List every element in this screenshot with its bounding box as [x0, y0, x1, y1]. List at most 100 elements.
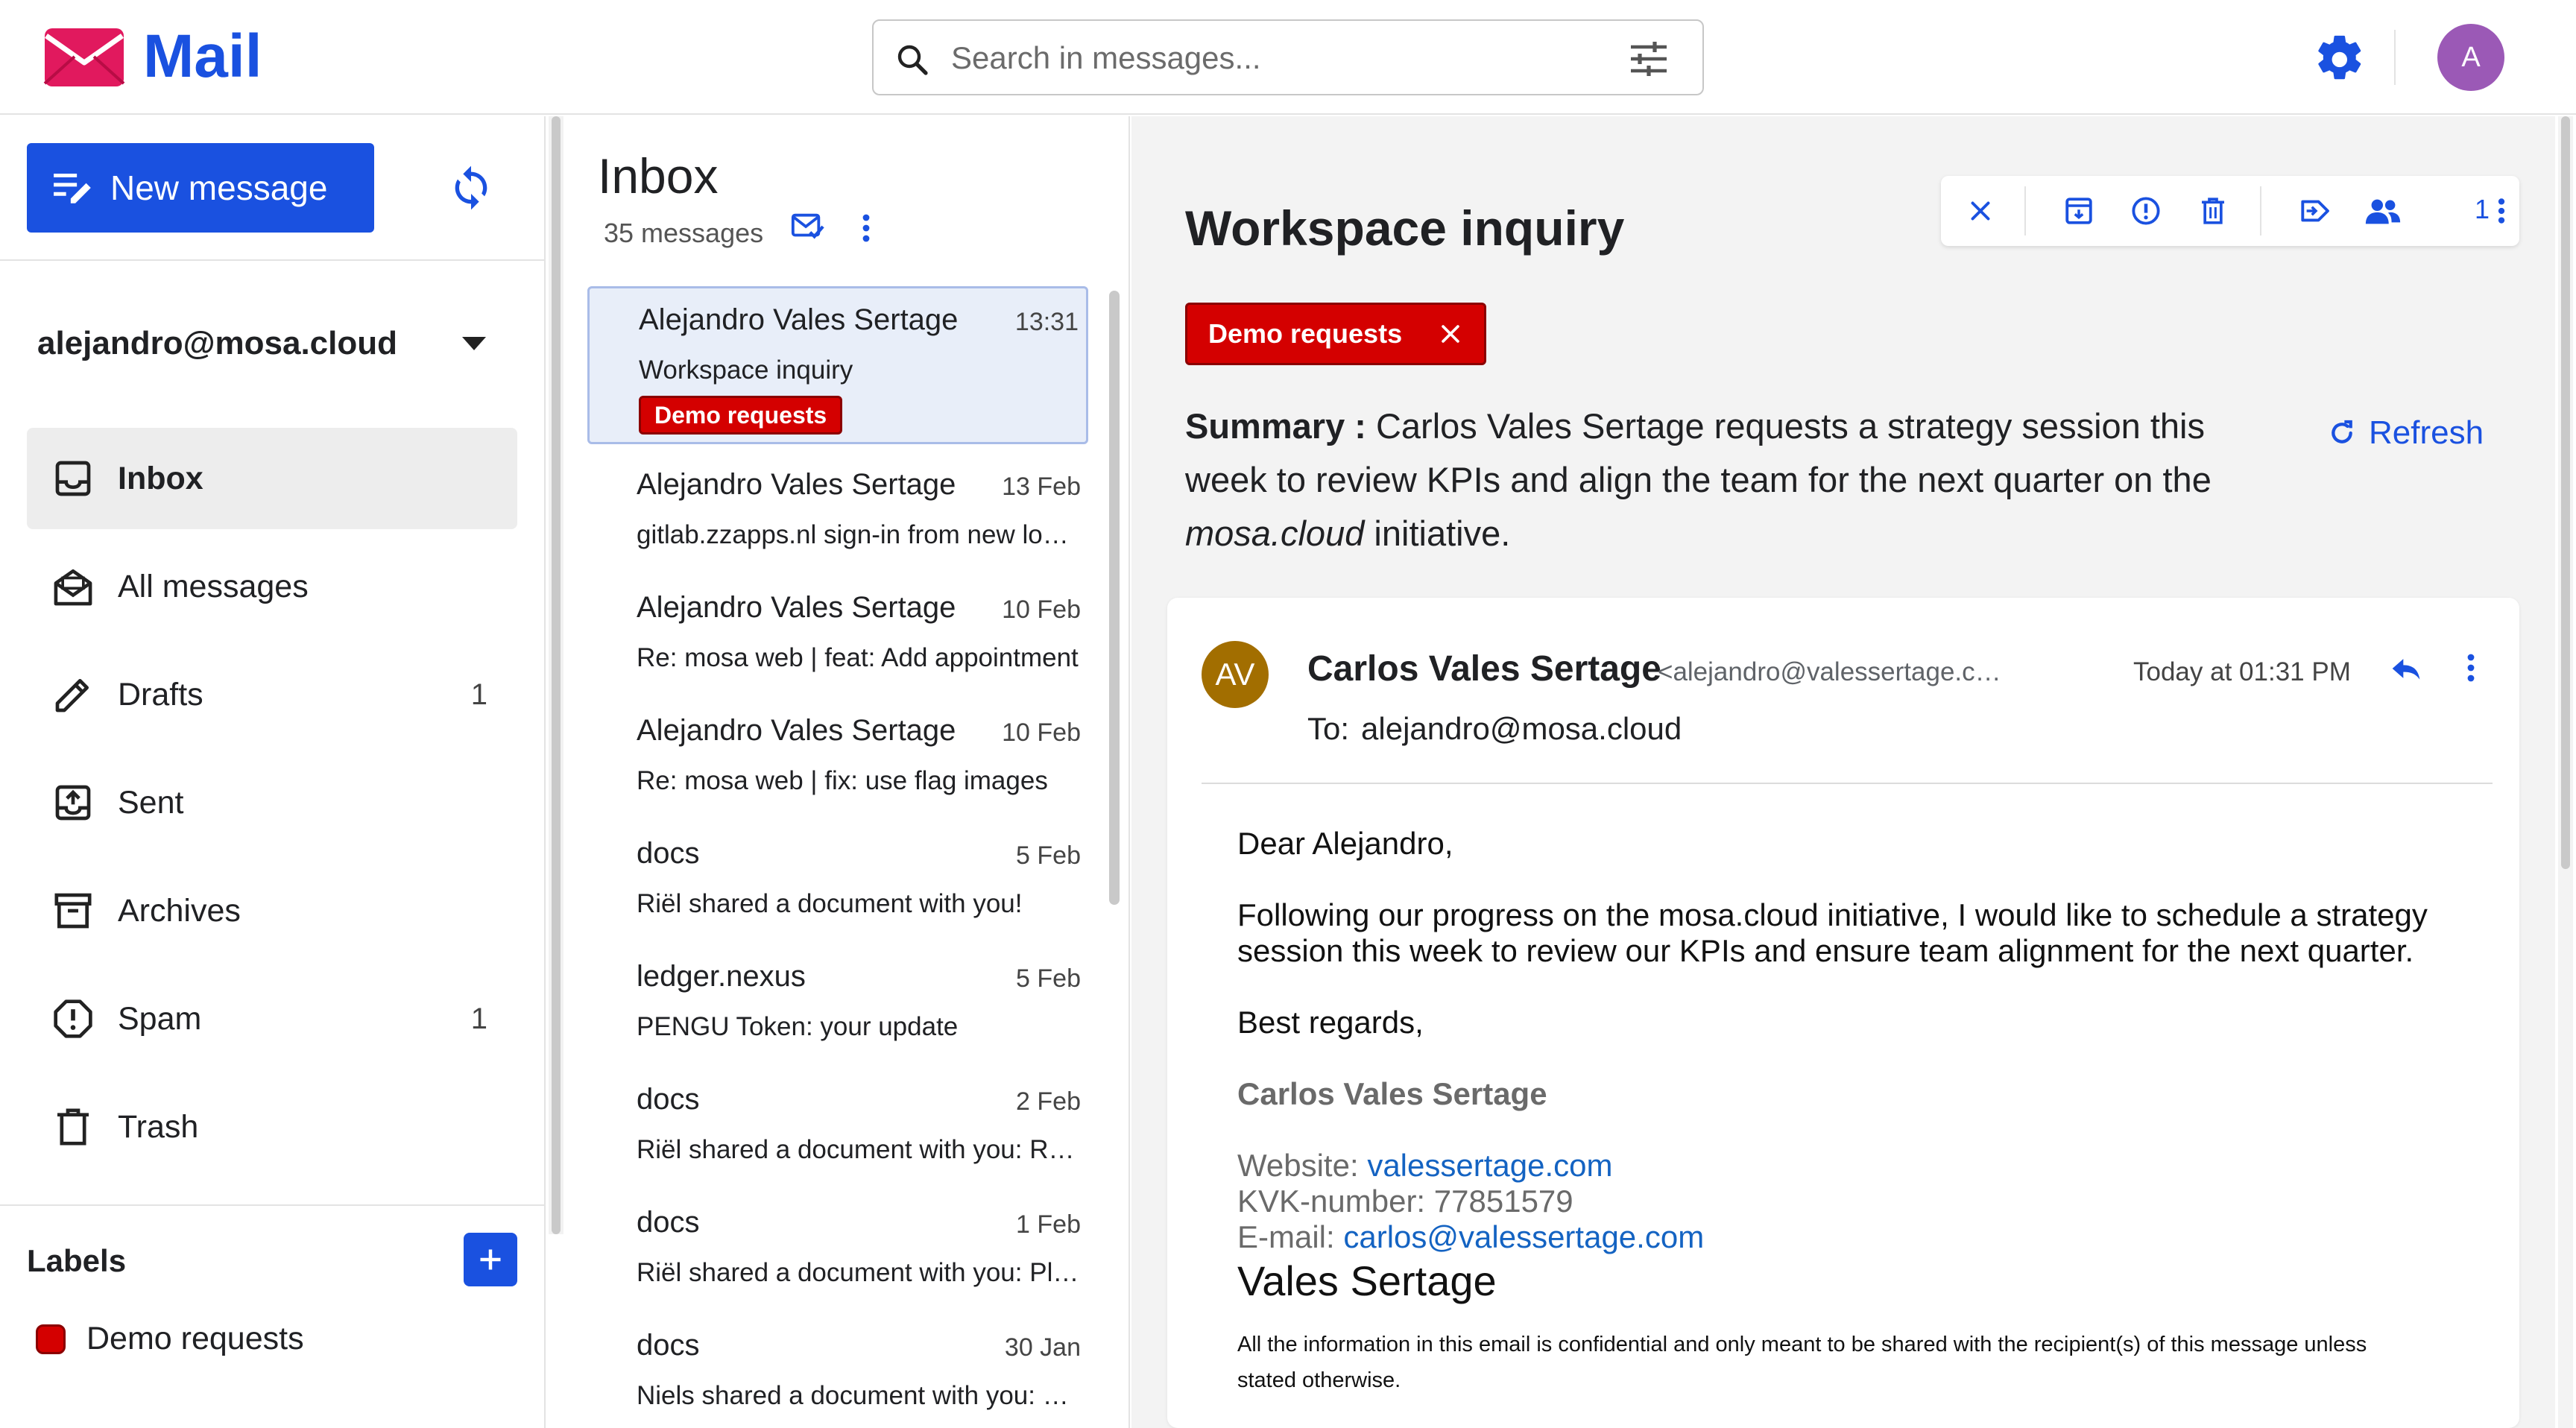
message-date: 10 Feb	[1002, 595, 1081, 624]
mark-read-icon[interactable]	[790, 212, 824, 241]
website-link[interactable]: valessertage.com	[1367, 1148, 1612, 1183]
archive-button[interactable]	[2060, 192, 2097, 230]
toolbar-divider	[2260, 186, 2261, 236]
disclaimer: All the information in this email is con…	[1237, 1333, 2367, 1392]
sidebar-scrollbar[interactable]	[549, 116, 564, 1234]
new-message-button[interactable]: New message	[27, 143, 374, 233]
sidebar-item-inbox[interactable]: Inbox	[27, 428, 517, 529]
delete-button[interactable]	[2194, 192, 2232, 230]
list-item[interactable]: docs 5 Feb Riël shared a document with y…	[587, 822, 1088, 934]
sidebar: New message alejandro@mosa.cloud Inbox A…	[0, 116, 546, 1428]
pane-scrollbar[interactable]	[2558, 116, 2573, 1428]
participants-button[interactable]	[2363, 192, 2467, 230]
remove-label-icon[interactable]	[1438, 321, 1463, 347]
participants-count: 1	[2475, 194, 2490, 224]
label-chip-text: Demo requests	[1208, 318, 1403, 349]
signature-name: Carlos Vales Sertage	[1237, 1076, 1547, 1111]
sender-name[interactable]: Carlos Vales Sertage	[1307, 648, 1661, 689]
list-item[interactable]: Alejandro Vales Sertage 10 Feb Re: mosa …	[587, 699, 1088, 811]
email-link[interactable]: carlos@valessertage.com	[1343, 1219, 1704, 1254]
message-sender: Alejandro Vales Sertage	[637, 714, 956, 747]
summary-emphasis: mosa.cloud	[1185, 514, 1365, 553]
message-date: 5 Feb	[1016, 841, 1081, 870]
settings-gear-icon[interactable]	[2314, 31, 2366, 83]
sidebar-item-archives[interactable]: Archives	[27, 860, 517, 961]
app-logo[interactable]: Mail	[43, 25, 262, 88]
sidebar-item-all-messages[interactable]: All messages	[27, 536, 517, 637]
more-actions-button[interactable]	[2494, 192, 2509, 230]
body-paragraph: Following our progress on the mosa.cloud…	[1237, 897, 2428, 968]
scrollbar-thumb[interactable]	[552, 116, 561, 1234]
account-selector[interactable]: alejandro@mosa.cloud	[37, 325, 397, 362]
trash-icon	[2202, 198, 2224, 224]
refresh-icon	[2332, 420, 2352, 443]
add-label-button[interactable]	[464, 1233, 517, 1286]
recipient-email[interactable]: alejandro@mosa.cloud	[1361, 711, 1682, 746]
user-avatar[interactable]: A	[2437, 24, 2504, 91]
folder-nav: Inbox All messages Drafts 1 Sent Archive…	[27, 428, 517, 1184]
search-bar[interactable]	[872, 19, 1704, 95]
message-sender: Alejandro Vales Sertage	[637, 591, 956, 624]
top-bar: Mail A	[0, 0, 2576, 115]
label-chip-demo-requests[interactable]: Demo requests	[1185, 303, 1486, 365]
list-item[interactable]: docs 1 Feb Riël shared a document with y…	[587, 1191, 1088, 1303]
message-sender: docs	[637, 1083, 700, 1116]
move-button[interactable]	[2297, 192, 2334, 230]
message-date: 30 Jan	[1004, 1333, 1081, 1362]
compose-icon	[54, 173, 91, 203]
message-subject: Workspace inquiry	[639, 356, 853, 385]
spam-icon	[51, 996, 95, 1041]
list-item[interactable]: Alejandro Vales Sertage 10 Feb Re: mosa …	[587, 576, 1088, 688]
sidebar-item-count: 1	[470, 1002, 487, 1035]
list-item[interactable]: Alejandro Vales Sertage 13 Feb gitlab.zz…	[587, 453, 1088, 565]
to-label: To:	[1307, 711, 1350, 746]
sidebar-item-drafts[interactable]: Drafts 1	[27, 644, 517, 745]
message-subject: Riël shared a document with you!	[637, 889, 1023, 918]
more-vertical-icon[interactable]	[2466, 653, 2476, 683]
sender-email[interactable]: <alejandro@valessertage.com>	[1658, 657, 2015, 687]
more-vertical-icon[interactable]	[860, 213, 872, 243]
label-move-icon	[2301, 200, 2329, 222]
trash-icon	[51, 1105, 95, 1149]
message-sender: Alejandro Vales Sertage	[637, 468, 956, 501]
label-badge: Demo requests	[639, 396, 843, 435]
close-icon	[1971, 201, 1990, 221]
message-subject: Re: mosa web | feat: Add appointment	[637, 643, 1079, 672]
search-input[interactable]	[951, 34, 1607, 82]
message-sender: ledger.nexus	[637, 960, 806, 993]
reply-icon[interactable]	[2390, 654, 2422, 683]
list-item[interactable]: docs 2 Feb Riël shared a document with y…	[587, 1068, 1088, 1180]
sidebar-item-trash[interactable]: Trash	[27, 1076, 517, 1178]
signature-website: Website: valessertage.com	[1237, 1148, 2490, 1184]
label-item-demo-requests[interactable]: Demo requests	[36, 1321, 304, 1357]
message-card: AV Carlos Vales Sertage <alejandro@vales…	[1167, 598, 2519, 1428]
sync-icon[interactable]	[447, 161, 495, 215]
chevron-down-icon[interactable]	[462, 337, 486, 350]
sidebar-item-label: Sent	[118, 784, 184, 821]
sidebar-item-sent[interactable]: Sent	[27, 752, 517, 853]
signature-company: Vales Sertage	[1237, 1257, 1497, 1304]
people-icon	[2365, 199, 2401, 224]
list-item-selected[interactable]: Alejandro Vales Sertage 13:31 Workspace …	[587, 286, 1088, 444]
message-subject: Re: mosa web | fix: use flag images	[637, 766, 1048, 795]
scrollbar-thumb[interactable]	[2561, 116, 2570, 869]
spam-icon	[2132, 197, 2160, 225]
report-spam-button[interactable]	[2127, 192, 2165, 230]
message-count: 35 messages	[604, 218, 764, 248]
list-item[interactable]: ledger.nexus 5 Feb PENGU Token: your upd…	[587, 945, 1088, 1057]
sidebar-item-count: 1	[470, 677, 487, 711]
sender-avatar: AV	[1202, 641, 1269, 708]
app-name: Mail	[143, 22, 262, 90]
refresh-summary-button[interactable]: Refresh	[2327, 414, 2484, 452]
filter-settings-icon[interactable]	[1628, 40, 1670, 78]
archive-icon	[2065, 198, 2092, 224]
recipient-line: To: alejandro@mosa.cloud	[1307, 711, 1682, 747]
sidebar-item-label: Archives	[118, 892, 241, 929]
sidebar-item-spam[interactable]: Spam 1	[27, 968, 517, 1070]
list-scrollbar[interactable]	[1109, 291, 1120, 905]
message-timestamp: Today at 01:31 PM	[2133, 657, 2351, 686]
website-label: Website:	[1237, 1148, 1359, 1183]
list-item[interactable]: docs 30 Jan Niels shared a document with…	[587, 1314, 1088, 1426]
close-button[interactable]	[1962, 192, 1999, 230]
message-list: Inbox 35 messages Alejandro Vales Sertag…	[565, 116, 1130, 1428]
